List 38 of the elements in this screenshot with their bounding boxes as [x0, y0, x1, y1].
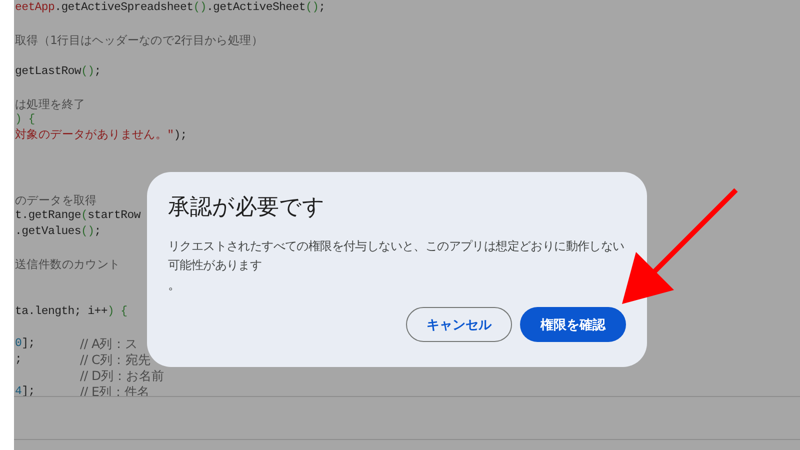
code-text: ) [15, 112, 22, 128]
code-text: ( [81, 208, 88, 224]
code-text: getLastRow [15, 64, 82, 80]
code-comment: のデータを取得 [15, 192, 97, 208]
code-text: 0 [15, 336, 22, 352]
confirm-button[interactable]: 権限を確認 [520, 307, 626, 342]
code-text: ]; [22, 336, 35, 352]
code-text: .getActiveSheet [206, 0, 306, 16]
code-text: { [27, 112, 35, 128]
dialog-message-period: 。 [168, 277, 181, 294]
code-text: ; [318, 0, 326, 16]
code-comment: は処理を終了 [15, 96, 86, 112]
code-text: ; [15, 352, 22, 368]
dialog-title: 承認が必要です [168, 194, 326, 222]
code-comment: // A列：ス [80, 336, 138, 352]
code-text: .getValues [15, 224, 82, 240]
code-text: 4 [15, 384, 22, 400]
code-comment: // D列：お名前 [80, 368, 164, 384]
code-text: ; [94, 64, 101, 80]
code-text: .getActiveSpreadsheet [54, 0, 194, 16]
code-text: ; [94, 224, 101, 240]
code-comment: // C列：宛先 [80, 352, 151, 368]
code-text: () [81, 64, 94, 80]
code-text: () [193, 0, 206, 16]
dialog-message: リクエストされたすべての権限を付与しないと、このアプリは想定どおりに動作しない可能性があります [168, 238, 626, 274]
code-text: startRow [88, 208, 140, 224]
code-text: ta.length; i++ [15, 304, 108, 320]
code-text: { [120, 304, 128, 320]
code-text: () [305, 0, 319, 16]
code-text: () [81, 224, 94, 240]
code-text: t.getRange [15, 208, 82, 224]
code-text: ); [174, 128, 187, 144]
code-text: eetApp [15, 0, 55, 16]
code-text: 対象のデータがありません。" [15, 128, 174, 144]
code-comment: 送信件数のカウント [15, 256, 120, 272]
code-comment: 取得（1行目はヘッダーなので2行目から処理） [15, 32, 264, 48]
code-text: ) [107, 304, 114, 320]
cancel-button[interactable]: キャンセル [406, 307, 512, 342]
